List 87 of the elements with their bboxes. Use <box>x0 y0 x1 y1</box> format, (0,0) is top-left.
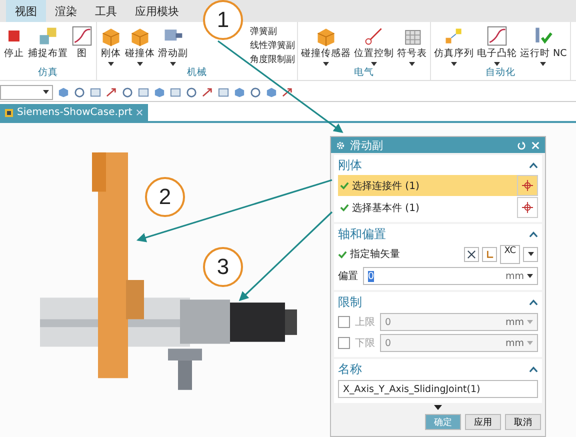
file-icon <box>5 108 13 116</box>
arrow-icon[interactable] <box>282 86 293 98</box>
chart-icon <box>71 25 93 47</box>
square-icon[interactable] <box>138 86 149 98</box>
ribbon-button[interactable]: 图 <box>70 25 94 60</box>
section-title: 名称 <box>338 361 362 378</box>
collapse-icon[interactable] <box>529 366 538 373</box>
ribbon-button[interactable]: 电子凸轮 <box>476 25 518 66</box>
ribbon-button[interactable]: 符号表 <box>396 25 428 66</box>
filter-dropdown[interactable] <box>0 84 53 100</box>
collapse-icon[interactable] <box>529 231 538 238</box>
group-label: 机械 <box>186 66 208 79</box>
section-title: 刚体 <box>338 157 362 174</box>
section-title: 限制 <box>338 294 362 311</box>
section-title: 轴和偏置 <box>338 226 386 243</box>
unit-dropdown[interactable]: mm <box>505 338 524 348</box>
axis-button[interactable] <box>482 246 498 262</box>
close-icon[interactable] <box>136 109 144 116</box>
crosshair-icon <box>522 202 533 213</box>
chart-icon <box>486 25 508 47</box>
collapse-icon[interactable] <box>529 162 538 169</box>
flip-button[interactable] <box>464 246 480 262</box>
circle-icon[interactable] <box>186 86 197 98</box>
menu-tab[interactable]: 渲染 <box>46 0 86 22</box>
circle-icon[interactable] <box>250 86 261 98</box>
ribbon-button[interactable]: 滑动副 <box>157 25 189 66</box>
group-label: 电气 <box>353 66 375 79</box>
crosshair-icon <box>522 180 533 191</box>
checkbox[interactable] <box>338 316 350 328</box>
caret-icon[interactable] <box>527 274 533 278</box>
menu-tab[interactable]: 视图 <box>6 0 46 22</box>
unit-dropdown[interactable]: mm <box>505 270 524 282</box>
crosshair-button[interactable] <box>517 175 538 196</box>
arrow-icon[interactable] <box>202 86 213 98</box>
dialog-button[interactable]: 应用 <box>465 414 501 430</box>
field-label: 指定轴矢量 <box>350 248 401 261</box>
square-icon[interactable] <box>90 86 101 98</box>
selection-row[interactable]: 选择基本件 (1) <box>338 197 538 218</box>
expand-icon[interactable] <box>434 405 442 410</box>
ribbon-menu-item[interactable]: 弹簧副 <box>250 25 295 38</box>
ribbon-button[interactable]: 碰撞体 <box>124 25 156 66</box>
dropdown-button[interactable] <box>523 246 538 262</box>
ribbon-button[interactable]: 碰撞传感器 <box>300 25 352 66</box>
cross-icon <box>467 250 476 258</box>
cube-icon[interactable] <box>266 86 277 98</box>
caret-icon <box>528 252 534 256</box>
menu-tab[interactable]: 工具 <box>86 0 126 22</box>
square-icon[interactable] <box>170 86 181 98</box>
blocks-icon <box>37 25 59 47</box>
document-tab-title: Siemens-ShowCase.prt <box>17 107 132 118</box>
selection-row[interactable]: 选择连接件 (1) <box>338 175 538 196</box>
crosshair-button[interactable] <box>517 197 538 218</box>
vector-dropdown[interactable]: XC <box>500 244 520 264</box>
group-label: 自动化 <box>484 66 516 79</box>
cube-icon[interactable] <box>58 86 69 98</box>
offset-field[interactable]: 0 mm <box>363 267 538 285</box>
gear-icon[interactable] <box>336 140 345 150</box>
menu-tab[interactable]: 应用模块 <box>126 0 188 22</box>
ribbon-menu-item[interactable]: 角度限制副 <box>250 53 295 66</box>
limit-field[interactable]: 0 mm <box>380 313 538 331</box>
dialog-button[interactable]: 取消 <box>505 414 541 430</box>
ribbon-button[interactable]: 刚体 <box>99 25 123 66</box>
group-label: 仿真 <box>37 66 59 79</box>
field-label: 上限 <box>355 316 375 329</box>
square-icon[interactable] <box>218 86 229 98</box>
circle-icon[interactable] <box>74 86 85 98</box>
axis-icon <box>485 250 494 258</box>
unit-dropdown[interactable]: mm <box>505 316 524 328</box>
ribbon-button[interactable]: 仿真序列 <box>433 25 475 66</box>
reset-icon[interactable] <box>517 140 526 150</box>
ribbon-button[interactable]: 运行时 NC <box>519 25 568 66</box>
checkbox[interactable] <box>338 337 350 349</box>
dialog-title: 滑动副 <box>350 138 384 152</box>
circle-icon[interactable] <box>122 86 133 98</box>
field-label: 下限 <box>355 337 375 350</box>
limit-field[interactable]: 0 mm <box>380 334 538 352</box>
field-label: 偏置 <box>338 270 358 283</box>
ribbon-button[interactable]: 位置控制 <box>353 25 395 66</box>
cube-icon[interactable] <box>154 86 165 98</box>
cube-icon[interactable] <box>234 86 245 98</box>
name-field[interactable]: X_Axis_Y_Axis_SlidingJoint(1) <box>338 380 538 398</box>
ribbon-button[interactable]: 捕捉布置 <box>27 25 69 60</box>
arrow-icon[interactable] <box>106 86 117 98</box>
ribbon-button[interactable]: 停止 <box>2 25 26 60</box>
ribbon-menu-item[interactable]: 线性弹簧副 <box>250 39 295 52</box>
collapse-icon[interactable] <box>529 299 538 306</box>
caret-icon <box>43 90 49 94</box>
